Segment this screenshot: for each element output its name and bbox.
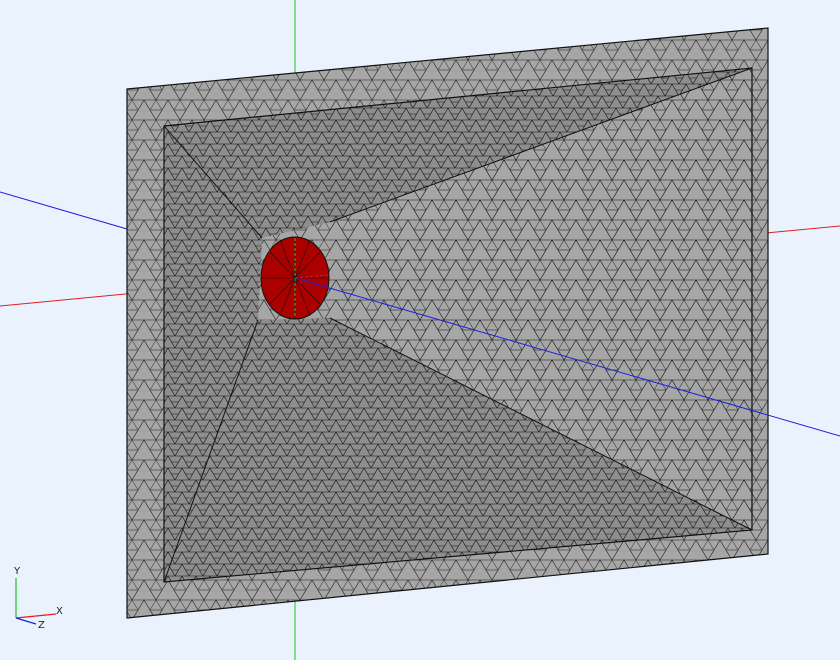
triad-x-arrow [15, 613, 57, 619]
triad-z-label: Z [38, 620, 45, 631]
3d-viewport[interactable]: Y X Z [0, 0, 840, 660]
mesh-model[interactable] [126, 27, 769, 619]
orientation-triad: Y X Z [13, 566, 63, 631]
scene-canvas[interactable]: Y X Z [0, 0, 840, 660]
triad-x-label: X [56, 606, 63, 617]
triad-z-arrow [15, 617, 37, 625]
triad-y-label: Y [13, 566, 21, 577]
